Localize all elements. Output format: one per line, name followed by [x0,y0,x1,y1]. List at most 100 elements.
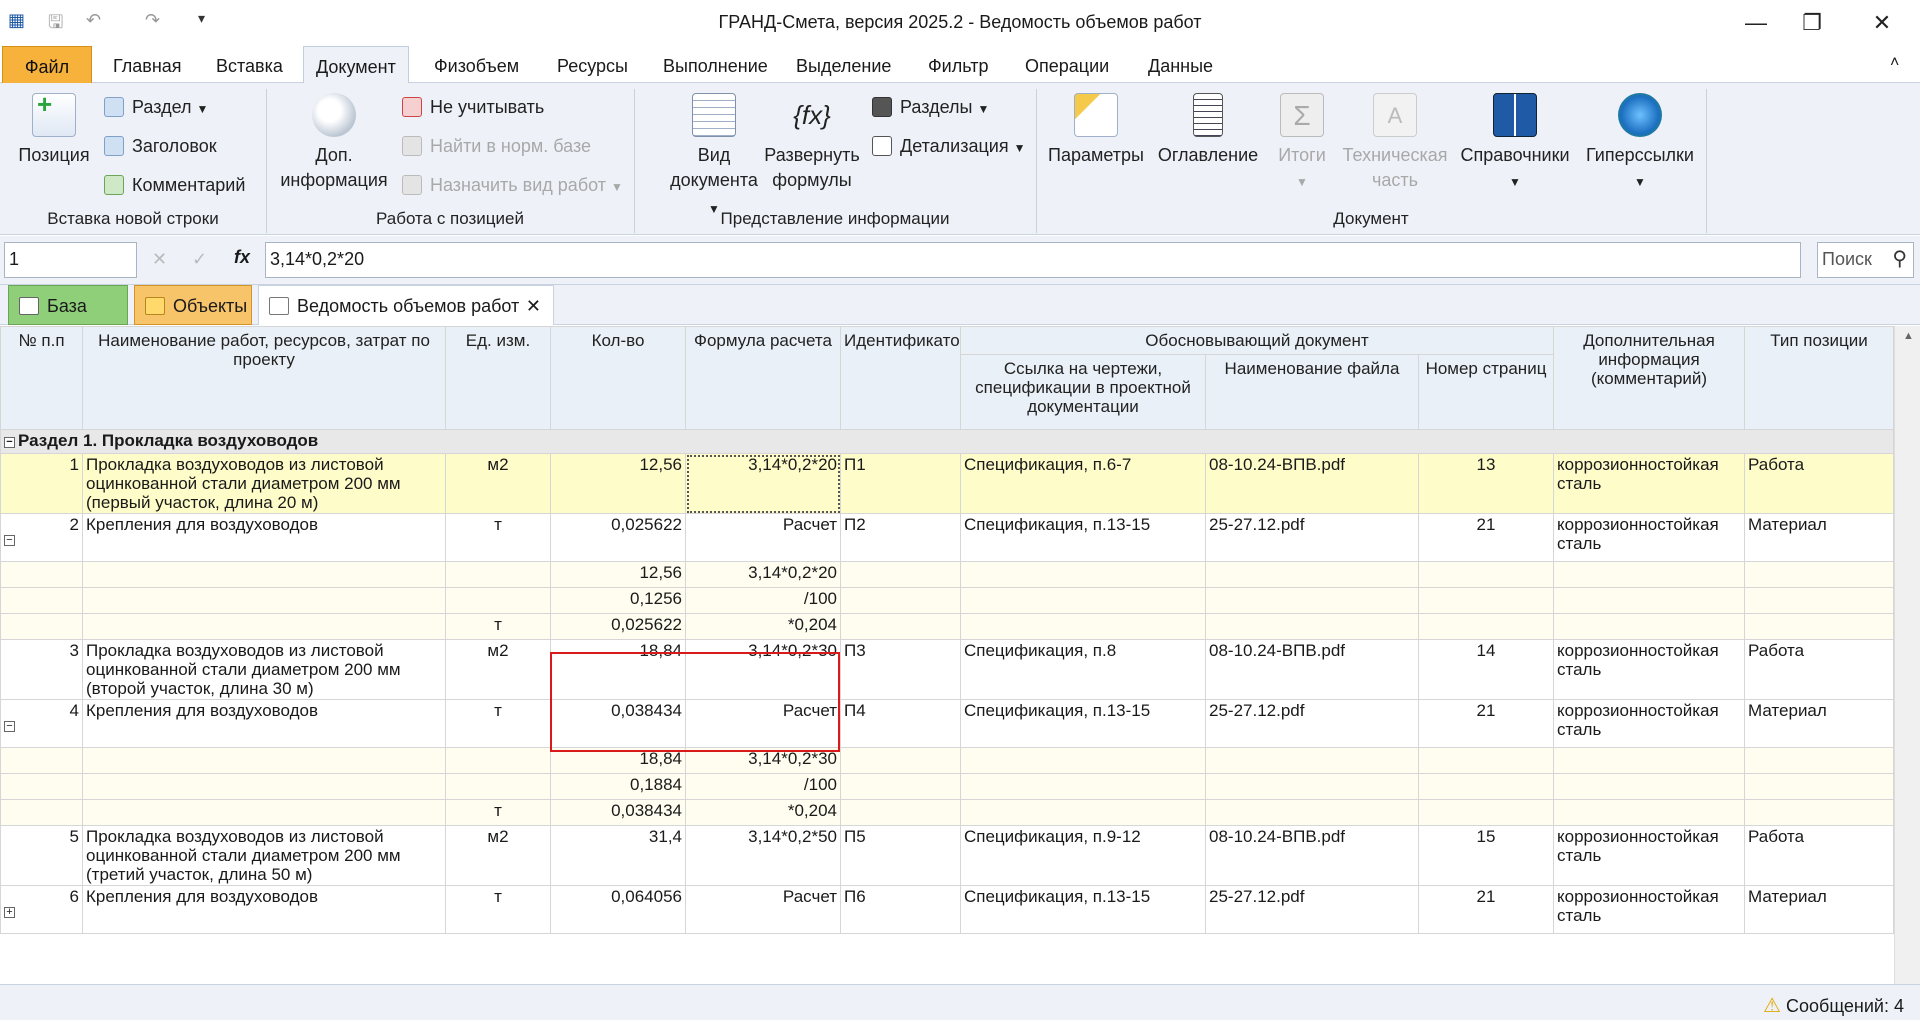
col-file-name[interactable]: Наименование файла [1205,354,1419,430]
detail-dropdown[interactable]: Детализация ▼ [872,136,1026,157]
cell-formula[interactable]: Расчет [685,885,841,934]
col-position-type[interactable]: Тип позиции [1744,326,1894,430]
cell-pages[interactable]: 21 [1418,513,1554,562]
messages-indicator[interactable]: ⚠ Сообщений: 4 [1763,993,1904,1018]
search-input[interactable]: Поиск ⚲ [1817,242,1914,278]
scroll-up-icon[interactable]: ▲ [1903,330,1914,342]
cell-num[interactable]: −2 [0,513,83,562]
cell-drawing-ref[interactable]: Спецификация, п.13-15 [960,885,1206,934]
cell-unit[interactable]: т [445,799,551,826]
table-row[interactable]: −2 Крепления для воздуховодов т 0,025622 Рас… [0,513,1894,562]
cell-formula[interactable]: 3,14*0,2*30 [685,639,841,700]
table-row[interactable]: +6 Крепления для воздуховодов т 0,064056 Рас… [0,885,1894,934]
cell-pages[interactable]: 14 [1418,639,1554,700]
cell-qty[interactable]: 0,025622 [550,613,686,640]
cancel-icon[interactable]: ✕ [152,249,167,270]
tab-data[interactable]: Данные [1136,46,1225,83]
col-num[interactable]: № п.п [0,326,83,430]
cell-formula[interactable]: 3,14*0,2*20 [685,561,841,588]
tab-objects[interactable]: Объекты [134,285,252,325]
restore-icon[interactable]: ❐ [1782,4,1842,42]
col-formula[interactable]: Формула расчета [685,326,841,430]
parameters-button[interactable]: Параметры [1046,93,1146,168]
cell-extra-info[interactable]: коррозионностойкая сталь [1553,639,1745,700]
tab-work-volume-statement[interactable]: Ведомость объемов работ ✕ [258,285,554,325]
document-view-button[interactable]: Вид документа ▼ [664,93,764,222]
formula-detail-row[interactable]: 18,84 3,14*0,2*30 [0,747,1894,774]
cell-name[interactable]: Крепления для воздуховодов [82,699,446,748]
collapse-icon[interactable]: − [4,437,15,448]
col-drawing-ref[interactable]: Ссылка на чертежи, спецификации в проект… [960,354,1206,430]
tab-operations[interactable]: Операции [1013,46,1121,83]
find-in-base-button[interactable]: Найти в норм. базе [402,136,591,157]
cell-name[interactable]: Прокладка воздуховодов из листовой оцинк… [82,453,446,514]
cell-position-type[interactable]: Материал [1744,699,1894,748]
cell-file-name[interactable]: 08-10.24-ВПВ.pdf [1205,453,1419,514]
cell-position-type[interactable]: Работа [1744,639,1894,700]
cell-num[interactable]: 1 [0,453,83,514]
table-row[interactable]: −4 Крепления для воздуховодов т 0,038434 Рас… [0,699,1894,748]
cell-formula[interactable]: 3,14*0,2*50 [685,825,841,886]
formula-detail-row[interactable]: 12,56 3,14*0,2*20 [0,561,1894,588]
cell-num[interactable]: 5 [0,825,83,886]
cell-name[interactable]: Прокладка воздуховодов из листовой оцинк… [82,825,446,886]
formula-input[interactable]: 3,14*0,2*20 [265,242,1801,278]
tab-resources[interactable]: Ресурсы [545,46,640,83]
cell-unit[interactable]: м2 [445,825,551,886]
cell-extra-info[interactable]: коррозионностойкая сталь [1553,453,1745,514]
cell-file-name[interactable]: 25-27.12.pdf [1205,513,1419,562]
cell-position-type[interactable]: Материал [1744,513,1894,562]
minimize-icon[interactable]: — [1726,4,1786,42]
cell-position-type[interactable]: Работа [1744,453,1894,514]
collapse-icon[interactable]: − [4,535,15,546]
tab-document[interactable]: Документ [303,46,409,84]
cell-formula[interactable]: Расчет [685,513,841,562]
table-row[interactable]: 5 Прокладка воздуховодов из листовой оцин… [0,825,1894,886]
cell-qty[interactable]: 18,84 [550,747,686,774]
contents-button[interactable]: Оглавление [1156,93,1260,168]
cell-identifier[interactable]: П2 [840,513,961,562]
cell-num[interactable]: 3 [0,639,83,700]
cell-formula[interactable]: Расчет [685,699,841,748]
col-qty[interactable]: Кол-во [550,326,686,430]
cell-unit[interactable]: т [445,613,551,640]
formula-detail-row[interactable]: т 0,025622 *0,204 [0,613,1894,640]
cell-qty[interactable]: 12,56 [550,561,686,588]
cell-identifier[interactable]: П5 [840,825,961,886]
collapse-icon[interactable]: − [4,721,15,732]
col-justification-doc[interactable]: Обосновывающий документ [960,326,1554,355]
cell-qty[interactable]: 0,025622 [550,513,686,562]
cell-formula[interactable]: /100 [685,773,841,800]
table-row[interactable]: 3 Прокладка воздуховодов из листовой оцин… [0,639,1894,700]
vertical-scrollbar[interactable]: ▲ [1894,326,1920,984]
cell-position-type[interactable]: Работа [1744,825,1894,886]
cell-drawing-ref[interactable]: Спецификация, п.6-7 [960,453,1206,514]
cell-qty[interactable]: 0,064056 [550,885,686,934]
cell-qty[interactable]: 0,038434 [550,799,686,826]
cell-pages[interactable]: 13 [1418,453,1554,514]
insert-header-button[interactable]: Заголовок [104,136,217,157]
cell-qty[interactable]: 0,1884 [550,773,686,800]
cell-qty[interactable]: 18,84 [550,639,686,700]
cell-position-type[interactable]: Материал [1744,885,1894,934]
cell-file-name[interactable]: 25-27.12.pdf [1205,699,1419,748]
tab-home[interactable]: Главная [101,46,194,83]
cell-identifier[interactable]: П1 [840,453,961,514]
cell-unit[interactable]: т [445,513,551,562]
formula-detail-row[interactable]: 0,1256/100 [0,587,1894,614]
cell-extra-info[interactable]: коррозионностойкая сталь [1553,513,1745,562]
tab-physvolume[interactable]: Физобъем [422,46,531,83]
cell-pages[interactable]: 21 [1418,885,1554,934]
confirm-icon[interactable]: ✓ [192,249,207,270]
cell-file-name[interactable]: 25-27.12.pdf [1205,885,1419,934]
cell-num[interactable]: +6 [0,885,83,934]
sections-dropdown[interactable]: Разделы ▼ [872,97,989,118]
hyperlinks-button[interactable]: Гиперссылки ▼ [1584,93,1696,195]
col-unit[interactable]: Ед. изм. [445,326,551,430]
cell-extra-info[interactable]: коррозионностойкая сталь [1553,885,1745,934]
insert-section-button[interactable]: Раздел ▼ [104,97,208,118]
additional-info-button[interactable]: Доп. информация [278,93,390,193]
cell-identifier[interactable]: П3 [840,639,961,700]
cell-qty[interactable]: 0,038434 [550,699,686,748]
tab-selection[interactable]: Выделение [784,46,903,83]
